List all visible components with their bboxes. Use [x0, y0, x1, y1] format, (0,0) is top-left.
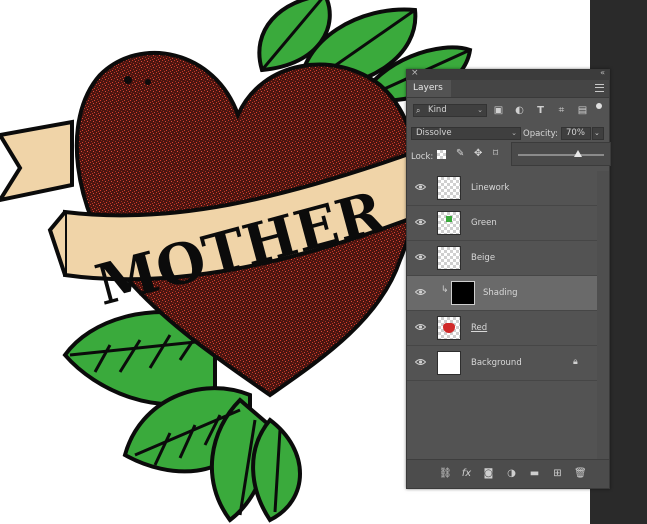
eye-icon[interactable]: [415, 288, 426, 296]
layer-row-shading[interactable]: ↳ Shading: [407, 276, 597, 311]
layer-thumbnail: [437, 211, 461, 235]
eye-icon[interactable]: [415, 358, 426, 366]
layer-thumbnail: [451, 281, 475, 305]
lock-transparent-icon[interactable]: [437, 150, 446, 159]
collapse-icon[interactable]: «: [600, 68, 605, 77]
layer-name[interactable]: Linework: [471, 183, 509, 193]
shape-filter-icon[interactable]: ⌗: [556, 105, 567, 116]
banner-tail-left: [0, 119, 74, 203]
close-icon[interactable]: ×: [411, 68, 419, 78]
layer-row-red[interactable]: Red: [407, 311, 597, 346]
panel-tab-row: Layers: [407, 80, 609, 98]
layers-list: Linework Green Beige ↳ Shading Red Backg…: [407, 171, 597, 381]
panel-header-strip: × «: [407, 68, 609, 80]
eye-icon[interactable]: [415, 183, 426, 191]
layer-thumbnail: [437, 351, 461, 375]
chevron-down-icon: ⌄: [594, 129, 600, 137]
mask-icon[interactable]: ◙: [483, 468, 494, 479]
eye-icon[interactable]: [415, 323, 426, 331]
layer-name[interactable]: Red: [471, 323, 487, 333]
trash-icon[interactable]: 🗑︎: [574, 468, 587, 479]
opacity-value: 70%: [566, 128, 585, 138]
smart-object-filter-icon[interactable]: ▤: [577, 105, 588, 116]
blend-mode-value: Dissolve: [416, 128, 452, 138]
chevron-down-icon: ⌄: [477, 106, 483, 114]
lock-position-icon[interactable]: ✥: [474, 148, 482, 159]
opacity-slider-popup[interactable]: [511, 142, 611, 166]
layer-thumbnail: [437, 176, 461, 200]
folder-icon[interactable]: ▬: [529, 468, 540, 479]
layer-name[interactable]: Green: [471, 218, 497, 228]
panel-menu-icon[interactable]: [595, 84, 604, 92]
lock-paint-icon[interactable]: ✎: [456, 148, 464, 159]
layers-panel: × « Layers ⌕ Kind ⌄ ▣ ◐ T ⌗ ▤ Dissolve ⌄…: [406, 68, 611, 489]
tab-layers[interactable]: Layers: [407, 80, 451, 97]
layer-row-beige[interactable]: Beige: [407, 241, 597, 276]
lock-label: Lock:: [411, 152, 434, 162]
opacity-input[interactable]: 70%: [561, 127, 591, 140]
layers-scrollbar[interactable]: [597, 171, 609, 461]
lock-artboard-icon[interactable]: ⌑: [493, 148, 498, 159]
lock-icon: 🔒︎: [573, 357, 578, 367]
fx-icon[interactable]: fx: [461, 468, 472, 479]
opacity-slider-handle[interactable]: [574, 150, 583, 157]
layer-row-linework[interactable]: Linework: [407, 171, 597, 206]
layer-name[interactable]: Beige: [471, 253, 495, 263]
layer-name[interactable]: Shading: [483, 288, 518, 298]
layer-row-background[interactable]: Background 🔒︎: [407, 346, 597, 381]
adjustment-filter-icon[interactable]: ◐: [514, 105, 525, 116]
panel-bottom-bar: ⛓ fx ◙ ◑ ▬ ⊞ 🗑︎: [407, 459, 609, 488]
layer-thumbnail: [437, 246, 461, 270]
eye-icon[interactable]: [415, 218, 426, 226]
layer-thumbnail: [437, 316, 461, 340]
search-icon: ⌕: [416, 106, 421, 115]
chevron-down-icon: ⌄: [511, 129, 517, 137]
adjustment-icon[interactable]: ◑: [506, 468, 517, 479]
blend-mode-select[interactable]: Dissolve ⌄: [411, 127, 521, 140]
filter-toggle-icon[interactable]: [596, 103, 602, 109]
link-icon[interactable]: ⛓: [439, 468, 452, 479]
new-layer-icon[interactable]: ⊞: [552, 468, 563, 479]
opacity-dropdown-button[interactable]: ⌄: [592, 127, 604, 140]
filter-kind-select[interactable]: ⌕ Kind ⌄: [413, 104, 487, 117]
eye-icon[interactable]: [415, 253, 426, 261]
image-filter-icon[interactable]: ▣: [493, 105, 504, 116]
opacity-label: Opacity:: [523, 129, 558, 139]
clipping-mask-icon: ↳: [441, 285, 449, 295]
type-filter-icon[interactable]: T: [535, 105, 546, 116]
layer-row-green[interactable]: Green: [407, 206, 597, 241]
layer-name[interactable]: Background: [471, 358, 522, 368]
opacity-slider-track[interactable]: [518, 154, 604, 156]
filter-kind-label: Kind: [428, 105, 447, 115]
